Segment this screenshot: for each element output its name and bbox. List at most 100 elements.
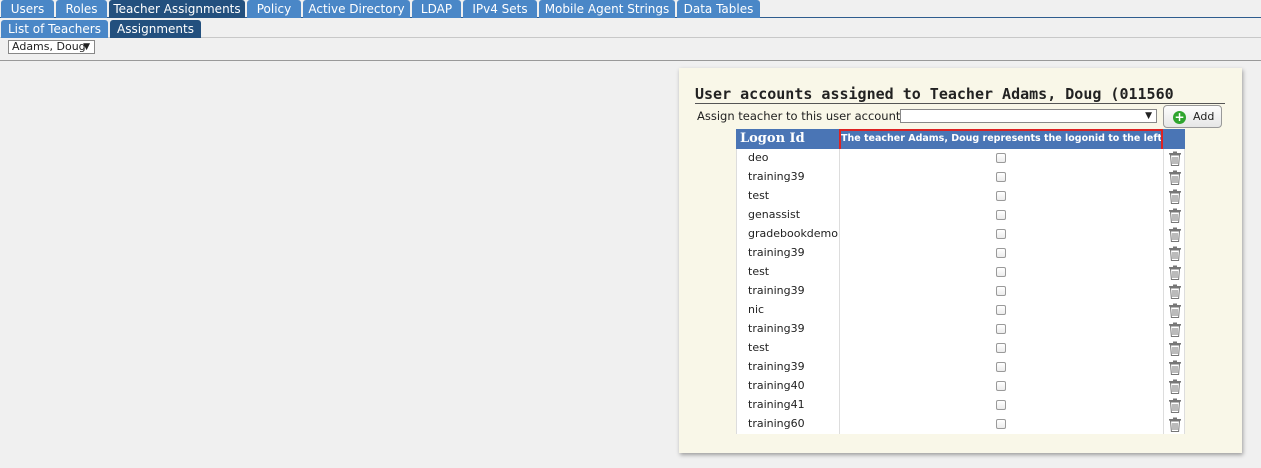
- plus-circle-icon: +: [1173, 110, 1186, 124]
- delete-button[interactable]: [1163, 320, 1185, 339]
- table-row: gradebookdemo: [736, 225, 1185, 244]
- delete-button[interactable]: [1163, 396, 1185, 415]
- logon-id-cell: test: [736, 187, 840, 206]
- tab-teacher-assignments[interactable]: Teacher Assignments: [109, 0, 245, 18]
- represents-checkbox[interactable]: [996, 191, 1006, 201]
- represents-cell: [840, 206, 1163, 225]
- logon-id-cell: training39: [736, 282, 840, 301]
- delete-button[interactable]: [1163, 358, 1185, 377]
- trash-icon: [1169, 398, 1181, 413]
- represents-checkbox[interactable]: [996, 229, 1006, 239]
- logon-id-cell: training39: [736, 358, 840, 377]
- delete-button[interactable]: [1163, 244, 1185, 263]
- represents-checkbox[interactable]: [996, 172, 1006, 182]
- represents-checkbox[interactable]: [996, 153, 1006, 163]
- represents-cell: [840, 187, 1163, 206]
- delete-button[interactable]: [1163, 339, 1185, 358]
- represents-cell: [840, 263, 1163, 282]
- column-header-logon-id[interactable]: Logon Id: [740, 129, 836, 149]
- assign-teacher-label: Assign teacher to this user account:: [697, 109, 905, 123]
- table-row: test: [736, 187, 1185, 206]
- panel-title: User accounts assigned to Teacher Adams,…: [695, 84, 1225, 104]
- tab-ldap[interactable]: LDAP: [412, 0, 461, 18]
- divider: [0, 60, 1261, 61]
- trash-icon: [1169, 151, 1181, 166]
- delete-button[interactable]: [1163, 301, 1185, 320]
- represents-checkbox[interactable]: [996, 381, 1006, 391]
- delete-button[interactable]: [1163, 282, 1185, 301]
- tab-roles[interactable]: Roles: [56, 0, 107, 18]
- represents-cell: [840, 377, 1163, 396]
- represents-checkbox[interactable]: [996, 286, 1006, 296]
- represents-cell: [840, 282, 1163, 301]
- trash-icon: [1169, 246, 1181, 261]
- represents-checkbox[interactable]: [996, 248, 1006, 258]
- table-row: training39: [736, 244, 1185, 263]
- delete-button[interactable]: [1163, 263, 1185, 282]
- represents-cell: [840, 320, 1163, 339]
- chevron-down-icon: ▼: [1145, 111, 1152, 121]
- tab-list-of-teachers[interactable]: List of Teachers: [1, 20, 108, 38]
- delete-button[interactable]: [1163, 168, 1185, 187]
- logon-id-cell: training39: [736, 168, 840, 187]
- logon-id-cell: training41: [736, 396, 840, 415]
- represents-cell: [840, 168, 1163, 187]
- represents-cell: [840, 225, 1163, 244]
- represents-cell: [840, 149, 1163, 168]
- table-row: nic: [736, 301, 1185, 320]
- trash-icon: [1169, 417, 1181, 432]
- table-row: training60: [736, 415, 1185, 434]
- chevron-down-icon: ▼: [83, 42, 90, 52]
- tab-ipv4-sets[interactable]: IPv4 Sets: [463, 0, 537, 18]
- logon-id-cell: test: [736, 263, 840, 282]
- add-button[interactable]: + Add: [1163, 105, 1222, 128]
- represents-checkbox[interactable]: [996, 400, 1006, 410]
- tab-assignments[interactable]: Assignments: [110, 20, 201, 38]
- table-row: training39: [736, 320, 1185, 339]
- logon-id-cell: test: [736, 339, 840, 358]
- represents-checkbox[interactable]: [996, 210, 1006, 220]
- trash-icon: [1169, 170, 1181, 185]
- represents-checkbox[interactable]: [996, 267, 1006, 277]
- table-row: training39: [736, 358, 1185, 377]
- trash-icon: [1169, 227, 1181, 242]
- delete-button[interactable]: [1163, 415, 1185, 434]
- represents-cell: [840, 244, 1163, 263]
- delete-button[interactable]: [1163, 377, 1185, 396]
- table-row: training39: [736, 282, 1185, 301]
- main-tab-bar: Users Roles Teacher Assignments Policy A…: [0, 0, 1261, 18]
- teacher-select-value: Adams, Doug: [12, 40, 86, 53]
- represents-cell: [840, 339, 1163, 358]
- represents-checkbox[interactable]: [996, 343, 1006, 353]
- delete-button[interactable]: [1163, 206, 1185, 225]
- tab-mobile-agent-strings[interactable]: Mobile Agent Strings: [539, 0, 675, 18]
- represents-cell: [840, 301, 1163, 320]
- tab-active-directory[interactable]: Active Directory: [303, 0, 410, 18]
- trash-icon: [1169, 341, 1181, 356]
- represents-checkbox[interactable]: [996, 419, 1006, 429]
- tab-policy[interactable]: Policy: [247, 0, 301, 18]
- logon-id-cell: gradebookdemo: [736, 225, 840, 244]
- delete-button[interactable]: [1163, 187, 1185, 206]
- trash-icon: [1169, 189, 1181, 204]
- delete-button[interactable]: [1163, 225, 1185, 244]
- tab-data-tables[interactable]: Data Tables: [677, 0, 760, 18]
- table-row: genassist: [736, 206, 1185, 225]
- represents-checkbox[interactable]: [996, 324, 1006, 334]
- trash-icon: [1169, 360, 1181, 375]
- teacher-select[interactable]: Adams, Doug ▼: [8, 40, 95, 54]
- delete-button[interactable]: [1163, 149, 1185, 168]
- trash-icon: [1169, 265, 1181, 280]
- logon-id-cell: training39: [736, 244, 840, 263]
- represents-checkbox[interactable]: [996, 362, 1006, 372]
- table-row: training41: [736, 396, 1185, 415]
- represents-cell: [840, 358, 1163, 377]
- assign-user-select[interactable]: ▼: [900, 109, 1157, 123]
- table-row: training39: [736, 168, 1185, 187]
- table-row: test: [736, 263, 1185, 282]
- represents-checkbox[interactable]: [996, 305, 1006, 315]
- logon-id-cell: genassist: [736, 206, 840, 225]
- sub-tab-bar: List of Teachers Assignments: [0, 19, 1261, 38]
- logon-id-cell: training39: [736, 320, 840, 339]
- tab-users[interactable]: Users: [1, 0, 54, 18]
